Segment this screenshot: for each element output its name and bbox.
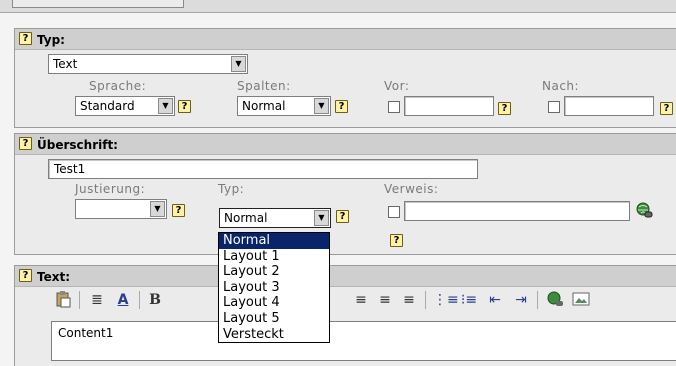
top-strip: [0, 0, 676, 13]
sprache-select-value: Standard: [80, 99, 135, 113]
section-text: ? Text: ≣ A B ≡ ≡ ≡ ⋮≡ ⁝≡ ⇤ ⇥ Content1: [14, 265, 676, 366]
content-text: Content1: [58, 326, 114, 340]
unordered-list-icon[interactable]: ⁝≡: [459, 290, 479, 310]
help-icon[interactable]: ?: [19, 269, 32, 282]
typ-select-value: Normal: [224, 211, 268, 225]
section-typ-title: Typ:: [37, 33, 65, 47]
chevron-down-icon[interactable]: ▼: [150, 201, 165, 217]
align-justify-icon[interactable]: ≡: [375, 290, 395, 310]
section-text-title: Text:: [37, 270, 71, 284]
verweis-label: Verweis:: [384, 182, 439, 196]
toolbar-separator: [139, 291, 140, 309]
verweis-checkbox[interactable]: [388, 206, 400, 218]
paste-icon[interactable]: [53, 290, 73, 310]
insert-image-icon[interactable]: [571, 290, 591, 310]
outdent-icon[interactable]: ⇤: [485, 290, 505, 310]
toolbar-separator: [79, 291, 80, 309]
heading-input[interactable]: Test1: [48, 159, 478, 179]
toolbar-separator: [537, 291, 538, 309]
help-icon[interactable]: ?: [178, 100, 191, 113]
justierung-label: Justierung:: [75, 182, 146, 196]
typ-select[interactable]: Normal ▼: [219, 208, 331, 228]
align-center-icon[interactable]: ≡: [351, 290, 371, 310]
type-select-value: Text: [53, 57, 78, 71]
typ-dropdown-list: Normal Layout 1 Layout 2 Layout 3 Layout…: [218, 232, 330, 344]
nach-checkbox[interactable]: [548, 101, 560, 113]
type-select[interactable]: Text ▼: [48, 54, 248, 74]
dropdown-option[interactable]: Layout 4: [219, 295, 329, 311]
editor-toolbar: ≣ A B ≡ ≡ ≡ ⋮≡ ⁝≡ ⇤ ⇥: [51, 287, 676, 313]
spalten-label: Spalten:: [237, 79, 291, 93]
chevron-down-icon[interactable]: ▼: [158, 98, 173, 114]
chevron-down-icon[interactable]: ▼: [314, 98, 329, 114]
section-ueberschrift: ? Überschrift: Test1 Justierung: Typ: Ve…: [14, 133, 676, 255]
help-icon[interactable]: ?: [19, 137, 32, 150]
dropdown-option[interactable]: Layout 1: [219, 249, 329, 265]
section-text-header: [15, 266, 676, 287]
typ-label: Typ:: [218, 182, 245, 196]
paragraph-format-icon[interactable]: ≣: [87, 290, 107, 310]
indent-icon[interactable]: ⇥: [511, 290, 531, 310]
help-icon[interactable]: ?: [335, 100, 348, 113]
chevron-down-icon[interactable]: ▼: [314, 210, 329, 226]
insert-link-icon[interactable]: [545, 290, 565, 310]
justierung-select[interactable]: ▼: [75, 199, 167, 219]
top-tab-edge: [12, 0, 184, 8]
dropdown-option[interactable]: Versteckt: [219, 327, 329, 343]
help-icon[interactable]: ?: [390, 234, 403, 247]
section-ueberschrift-title: Überschrift:: [37, 138, 118, 152]
content-editor[interactable]: Content1: [51, 321, 676, 361]
ordered-list-icon[interactable]: ⋮≡: [433, 290, 459, 310]
sprache-label: Sprache:: [89, 79, 147, 93]
help-icon[interactable]: ?: [498, 102, 511, 115]
font-color-icon[interactable]: A: [113, 290, 133, 310]
vor-checkbox[interactable]: [388, 101, 400, 113]
verweis-input[interactable]: [404, 201, 630, 221]
vor-label: Vor:: [384, 79, 410, 93]
chevron-down-icon[interactable]: ▼: [231, 56, 246, 72]
globe-link-icon[interactable]: [635, 201, 653, 219]
sprache-select[interactable]: Standard ▼: [75, 96, 175, 116]
dropdown-option[interactable]: Layout 2: [219, 264, 329, 280]
section-typ-header: [15, 29, 676, 50]
toolbar-separator: [425, 291, 426, 309]
dropdown-option[interactable]: Layout 5: [219, 311, 329, 327]
align-right-icon[interactable]: ≡: [399, 290, 419, 310]
help-icon[interactable]: ?: [19, 32, 32, 45]
help-icon[interactable]: ?: [660, 102, 673, 115]
help-icon[interactable]: ?: [172, 204, 185, 217]
section-typ: ? Typ: Text ▼ Sprache: Spalten: Vor: Nac…: [14, 28, 676, 128]
nach-input[interactable]: [564, 96, 654, 116]
dropdown-option[interactable]: Normal: [219, 233, 329, 249]
dropdown-option[interactable]: Layout 3: [219, 280, 329, 296]
spalten-select[interactable]: Normal ▼: [237, 96, 331, 116]
vor-input[interactable]: [404, 96, 494, 116]
help-icon[interactable]: ?: [336, 210, 349, 223]
nach-label: Nach:: [542, 79, 580, 93]
bold-icon[interactable]: B: [145, 290, 165, 310]
spalten-select-value: Normal: [242, 99, 286, 113]
